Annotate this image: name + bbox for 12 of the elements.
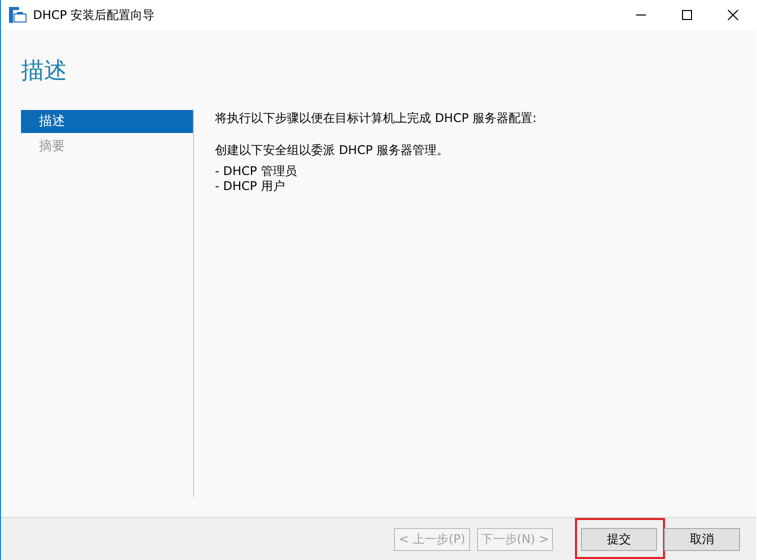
paragraph-text: 将执行以下步骤以便在目标计算机上完成 DHCP 服务器配置: — [215, 110, 537, 126]
dialog-button[interactable]: 取消 — [664, 528, 740, 550]
close-icon[interactable] — [727, 9, 739, 21]
list-item: - DHCP 管理员 — [215, 164, 298, 179]
list-item: - DHCP 用户 — [215, 179, 286, 194]
app-icon — [9, 7, 27, 23]
window-title: DHCP 安装后配置向导 — [33, 6, 155, 24]
paragraph-text: 创建以下安全组以委派 DHCP 服务器管理。 — [215, 142, 450, 158]
sidebar-item[interactable]: 描述 — [21, 110, 193, 133]
maximize-icon[interactable] — [681, 9, 693, 21]
dialog-button[interactable]: 提交 — [581, 528, 657, 550]
page-heading: 描述 — [21, 57, 68, 86]
